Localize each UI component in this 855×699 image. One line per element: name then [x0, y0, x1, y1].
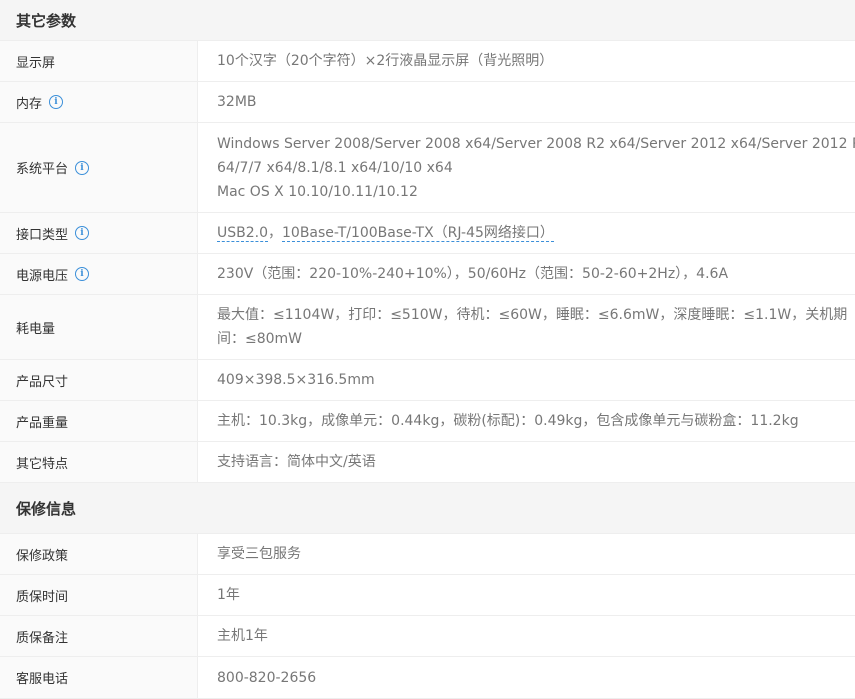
spec-value: 主机1年: [198, 616, 855, 656]
spec-label: 保修政策: [0, 534, 198, 574]
spec-row-interface: 接口类型 i USB2.0，10Base-T/100Base-TX（RJ-45网络…: [0, 213, 855, 254]
value-text: 主机：10.3kg，成像单元：0.44kg，碳粉(标配)：0.49kg，包含成像…: [217, 413, 799, 429]
spec-row-weight: 产品重量 主机：10.3kg，成像单元：0.44kg，碳粉(标配)：0.49kg…: [0, 401, 855, 442]
label-text: 电源电压: [16, 268, 69, 284]
other-params-header: 其它参数: [0, 0, 855, 41]
spec-value: USB2.0，10Base-T/100Base-TX（RJ-45网络接口）: [198, 213, 855, 253]
value-line: 最大值：≤1104W，打印：≤510W，待机：≤60W，睡眠：≤6.6mW，深度…: [217, 307, 848, 323]
value-text: 230V（范围：220-10%-240+10%），50/60Hz（范围：50-2…: [217, 266, 729, 282]
label-text: 质保时间: [16, 589, 69, 605]
label-text: 客服电话: [16, 672, 69, 687]
value-text: 享受三包服务: [217, 546, 301, 562]
spec-label: 耗电量: [0, 295, 198, 359]
spec-label: 质保备注: [0, 616, 198, 656]
spec-row-power: 电源电压 i 230V（范围：220-10%-240+10%），50/60Hz（范…: [0, 254, 855, 295]
spec-value: 409×398.5×316.5mm: [198, 360, 855, 400]
spec-value: 支持语言：简体中文/英语: [198, 442, 855, 482]
other-params-title: 其它参数: [16, 11, 77, 30]
label-text: 显示屏: [16, 55, 56, 71]
label-text: 耗电量: [16, 321, 56, 337]
spec-value: 1年: [198, 575, 855, 615]
spec-label: 其它特点: [0, 442, 198, 482]
label-text: 产品重量: [16, 415, 69, 431]
spec-value: 800-820-2656: [198, 657, 855, 698]
spec-row-consumption: 耗电量 最大值：≤1104W，打印：≤510W，待机：≤60W，睡眠：≤6.6m…: [0, 295, 855, 360]
label-text: 其它特点: [16, 456, 69, 472]
spec-value: 主机：10.3kg，成像单元：0.44kg，碳粉(标配)：0.49kg，包含成像…: [198, 401, 855, 441]
value-text: 1年: [217, 587, 240, 603]
spec-row-display: 显示屏 10个汉字（20个字符）×2行液晶显示屏（背光照明）: [0, 41, 855, 82]
spec-label: 产品重量: [0, 401, 198, 441]
spec-value: 32MB: [198, 82, 855, 122]
spec-row-warranty-period: 质保时间 1年: [0, 575, 855, 616]
spec-label: 接口类型 i: [0, 213, 198, 253]
value-text: 10个汉字（20个字符）×2行液晶显示屏（背光照明）: [217, 53, 554, 69]
separator: ，: [268, 225, 283, 241]
spec-row-warranty-note: 质保备注 主机1年: [0, 616, 855, 657]
label-text: 接口类型: [16, 227, 69, 243]
warranty-header: 保修信息: [0, 483, 855, 534]
info-icon[interactable]: i: [75, 267, 90, 281]
value-text: 800-820-2656: [217, 669, 317, 686]
info-icon[interactable]: i: [49, 95, 64, 109]
spec-row-warranty-policy: 保修政策 享受三包服务: [0, 534, 855, 575]
spec-label: 质保时间: [0, 575, 198, 615]
spec-value: 最大值：≤1104W，打印：≤510W，待机：≤60W，睡眠：≤6.6mW，深度…: [198, 295, 855, 359]
label-text: 质保备注: [16, 630, 69, 646]
spec-label: 内存 i: [0, 82, 198, 122]
label-text: 保修政策: [16, 548, 69, 564]
spec-row-platform: 系统平台 i Windows Server 2008/Server 2008 x6…: [0, 123, 855, 213]
value-line: Windows Server 2008/Server 2008 x64/Serv…: [217, 135, 855, 152]
spec-value: Windows Server 2008/Server 2008 x64/Serv…: [198, 123, 855, 212]
spec-label: 系统平台 i: [0, 123, 198, 212]
spec-row-memory: 内存 i 32MB: [0, 82, 855, 123]
warranty-title: 保修信息: [16, 499, 77, 518]
spec-label: 产品尺寸: [0, 360, 198, 400]
spec-row-size: 产品尺寸 409×398.5×316.5mm: [0, 360, 855, 401]
info-icon[interactable]: i: [75, 160, 90, 175]
label-text: 产品尺寸: [16, 374, 69, 390]
value-line: 间：≤80mW: [217, 331, 303, 347]
spec-label: 客服电话: [0, 657, 198, 698]
spec-label: 显示屏: [0, 41, 198, 81]
value-line: 64/7/7 x64/8.1/8.1 x64/10/10 x64: [217, 159, 453, 176]
value-text: 409×398.5×316.5mm: [217, 372, 375, 388]
label-text: 内存: [16, 96, 43, 112]
value-text: 主机1年: [217, 628, 268, 644]
ethernet-link[interactable]: 10Base-T/100Base-TX（RJ-45网络接口）: [282, 225, 554, 242]
usb-link[interactable]: USB2.0: [217, 225, 269, 242]
label-text: 系统平台: [16, 162, 69, 177]
value-text: 32MB: [217, 94, 257, 110]
interface-links: USB2.0，10Base-T/100Base-TX（RJ-45网络接口）: [217, 221, 845, 245]
value-text: 支持语言：简体中文/英语: [217, 454, 376, 470]
spec-row-hotline: 客服电话 800-820-2656: [0, 657, 855, 699]
spec-value: 享受三包服务: [198, 534, 855, 574]
spec-label: 电源电压 i: [0, 254, 198, 294]
spec-row-features: 其它特点 支持语言：简体中文/英语: [0, 442, 855, 483]
spec-value: 230V（范围：220-10%-240+10%），50/60Hz（范围：50-2…: [198, 254, 855, 294]
value-line: Mac OS X 10.10/10.11/10.12: [217, 183, 418, 200]
info-icon[interactable]: i: [75, 226, 90, 240]
spec-value: 10个汉字（20个字符）×2行液晶显示屏（背光照明）: [198, 41, 855, 81]
